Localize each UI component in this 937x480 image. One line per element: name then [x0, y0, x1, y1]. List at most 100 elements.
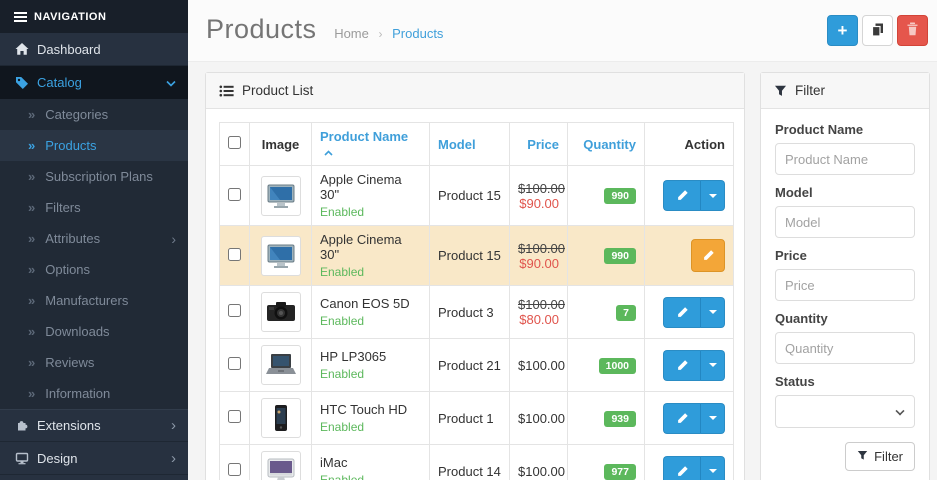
content: Product List Image Product Name Model	[188, 62, 937, 480]
product-image-imac	[261, 451, 301, 480]
sidebar-item-dashboard[interactable]: Dashboard	[0, 33, 188, 66]
product-price: $100.00	[510, 339, 568, 392]
product-model: Product 14	[430, 445, 510, 480]
double-angle-icon: »	[28, 107, 35, 122]
filter-model-input[interactable]	[775, 206, 915, 238]
row-checkbox[interactable]	[228, 357, 241, 370]
edit-dropdown-toggle[interactable]	[700, 350, 725, 381]
caret-down-icon	[709, 363, 717, 367]
price-old: $100.00	[518, 181, 559, 196]
row-checkbox[interactable]	[228, 463, 241, 476]
edit-button[interactable]	[663, 180, 700, 211]
sidebar-item-filters[interactable]: »Filters	[0, 192, 188, 223]
edit-dropdown-toggle[interactable]	[700, 297, 725, 328]
price-special: $90.00	[518, 256, 559, 271]
product-status: Enabled	[320, 473, 421, 480]
sidebar-navigation-header: NAVIGATION	[0, 0, 188, 33]
sidebar-item-label: Filters	[45, 200, 80, 215]
sidebar-item-label: Products	[45, 138, 96, 153]
breadcrumb: Home › Products	[334, 26, 443, 41]
product-name: Canon EOS 5D	[320, 296, 421, 311]
edit-button[interactable]	[663, 456, 700, 480]
page-header: Products Home › Products +	[188, 0, 937, 62]
caret-down-icon	[709, 416, 717, 420]
edit-button[interactable]	[663, 350, 700, 381]
table-header-row: Image Product Name Model Price Quantity …	[220, 123, 734, 166]
double-angle-icon: »	[28, 355, 35, 370]
product-name: iMac	[320, 455, 421, 470]
filter-label-product-name: Product Name	[775, 122, 915, 137]
row-checkbox[interactable]	[228, 248, 241, 261]
sidebar-item-label: Design	[37, 451, 77, 466]
table-row-highlighted: Apple Cinema 30"Enabled Product 15 $100.…	[220, 226, 734, 286]
chevron-right-icon: ›	[171, 451, 176, 466]
filter-status-select[interactable]	[775, 395, 915, 428]
product-table: Image Product Name Model Price Quantity …	[219, 122, 734, 480]
sidebar-item-products[interactable]: »Products	[0, 130, 188, 161]
copy-button[interactable]	[862, 15, 893, 46]
column-model[interactable]: Model	[430, 123, 510, 166]
filter-button[interactable]: Filter	[845, 442, 915, 471]
sidebar-item-options[interactable]: »Options	[0, 254, 188, 285]
delete-button[interactable]	[897, 15, 928, 46]
sidebar-item-subscription-plans[interactable]: »Subscription Plans	[0, 161, 188, 192]
sidebar-item-label: Reviews	[45, 355, 94, 370]
sidebar-item-information[interactable]: »Information	[0, 378, 188, 409]
sort-asc-icon	[324, 144, 333, 159]
filter-quantity-input[interactable]	[775, 332, 915, 364]
quantity-badge: 990	[604, 188, 636, 204]
select-all-checkbox[interactable]	[228, 136, 241, 149]
column-price[interactable]: Price	[510, 123, 568, 166]
sidebar-item-design[interactable]: Design ›	[0, 442, 188, 475]
price-special: $80.00	[518, 312, 559, 327]
filter-label-quantity: Quantity	[775, 311, 915, 326]
display-icon	[15, 451, 37, 465]
home-icon	[15, 42, 37, 56]
product-model: Product 21	[430, 339, 510, 392]
double-angle-icon: »	[28, 386, 35, 401]
price-special: $90.00	[518, 196, 559, 211]
edit-button-group	[663, 350, 725, 381]
breadcrumb-current[interactable]: Products	[392, 26, 443, 41]
edit-button[interactable]	[663, 297, 700, 328]
column-quantity[interactable]: Quantity	[568, 123, 645, 166]
sidebar-item-categories[interactable]: »Categories	[0, 99, 188, 130]
row-checkbox[interactable]	[228, 188, 241, 201]
column-product-name[interactable]: Product Name	[312, 123, 430, 166]
sidebar-item-catalog[interactable]: Catalog	[0, 66, 188, 99]
sidebar-item-label: Attributes	[45, 231, 100, 246]
breadcrumb-home[interactable]: Home	[334, 26, 369, 41]
edit-dropdown-toggle[interactable]	[700, 180, 725, 211]
copy-icon	[870, 22, 885, 40]
filter-price-input[interactable]	[775, 269, 915, 301]
toolbar: +	[823, 15, 928, 46]
filter-product-name-input[interactable]	[775, 143, 915, 175]
filter-button-label: Filter	[874, 449, 903, 464]
table-row: HTC Touch HDEnabled Product 1 $100.00 93…	[220, 392, 734, 445]
add-product-button[interactable]: +	[827, 15, 858, 46]
edit-button[interactable]	[663, 403, 700, 434]
edit-button-active[interactable]	[691, 239, 725, 272]
quantity-badge: 7	[616, 305, 636, 321]
funnel-icon	[774, 85, 787, 97]
filter-panel-heading: Filter	[761, 73, 929, 109]
product-list-panel-heading: Product List	[206, 73, 744, 109]
row-checkbox[interactable]	[228, 304, 241, 317]
caret-down-icon	[709, 310, 717, 314]
sidebar-item-label: Dashboard	[37, 42, 101, 57]
row-checkbox[interactable]	[228, 410, 241, 423]
sidebar-item-reviews[interactable]: » Reviews	[0, 347, 188, 378]
table-row: iMacEnabled Product 14 $100.00 977	[220, 445, 734, 480]
edit-dropdown-toggle[interactable]	[700, 456, 725, 480]
sidebar-item-attributes[interactable]: »Attributes›	[0, 223, 188, 254]
sidebar-item-extensions[interactable]: Extensions ›	[0, 409, 188, 442]
sidebar-item-label: Manufacturers	[45, 293, 128, 308]
sidebar-item-downloads[interactable]: »Downloads	[0, 316, 188, 347]
edit-dropdown-toggle[interactable]	[700, 403, 725, 434]
hamburger-icon	[14, 10, 27, 24]
product-image-laptop	[261, 345, 301, 385]
sidebar-item-label: Catalog	[37, 75, 82, 90]
quantity-badge: 939	[604, 411, 636, 427]
sidebar-item-manufacturers[interactable]: »Manufacturers	[0, 285, 188, 316]
edit-button-group	[663, 180, 725, 211]
